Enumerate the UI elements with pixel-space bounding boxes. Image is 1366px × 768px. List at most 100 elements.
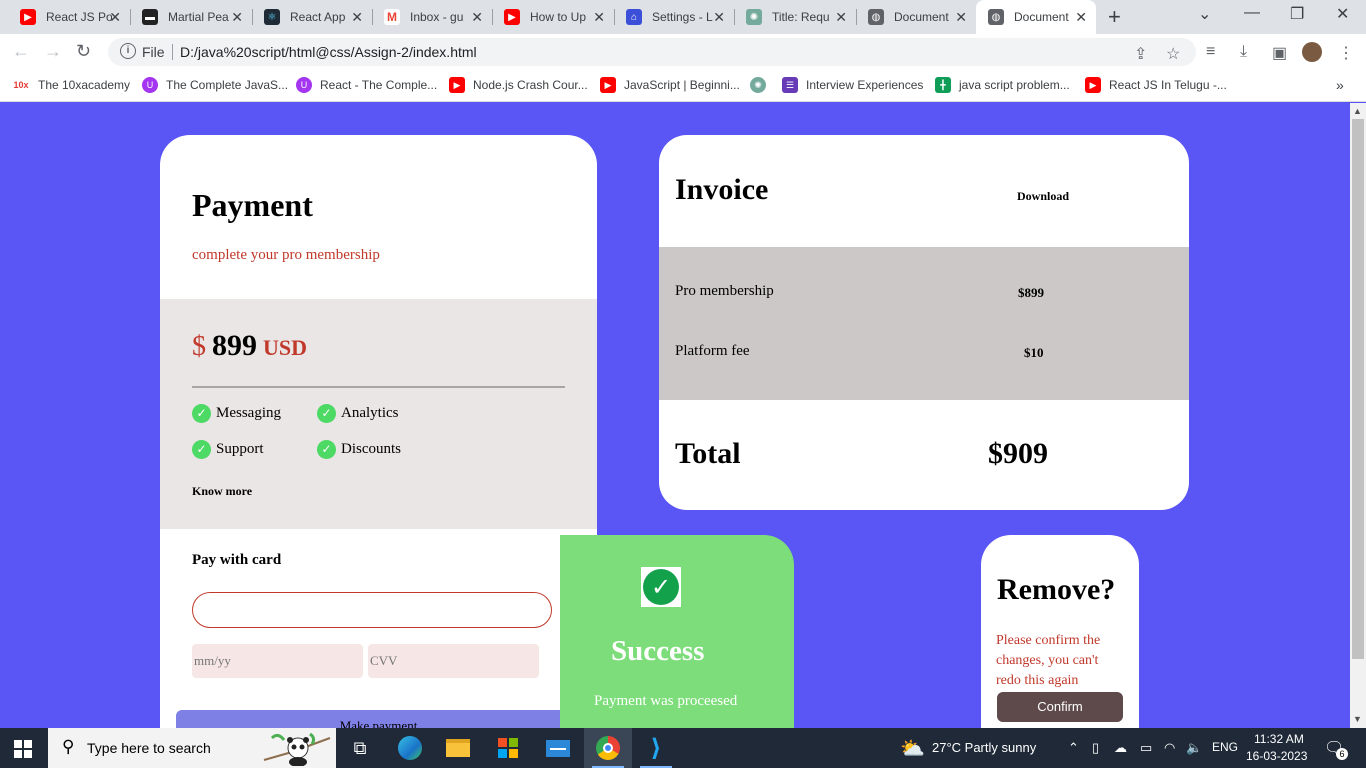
close-window-icon[interactable]: ✕ xyxy=(1336,4,1349,24)
meet-now-icon[interactable]: ▯ xyxy=(1092,740,1099,756)
globe-icon: ◍ xyxy=(988,9,1004,25)
wifi-icon[interactable]: ◠ xyxy=(1164,740,1175,756)
close-icon[interactable]: ✕ xyxy=(1075,9,1087,26)
vscode-icon[interactable]: ⟩ xyxy=(632,728,680,768)
tab-martial[interactable]: ▬ Martial Pea ✕ xyxy=(130,0,252,34)
close-icon[interactable]: ✕ xyxy=(955,9,967,26)
volume-icon[interactable]: 🔈 xyxy=(1186,740,1202,756)
show-hidden-icons-icon[interactable]: ⌃ xyxy=(1068,740,1079,756)
mail-icon[interactable] xyxy=(534,728,582,768)
tab-title-request[interactable]: ✺ Title: Requ ✕ xyxy=(734,0,856,34)
know-more-link[interactable]: Know more xyxy=(192,484,252,499)
chrome-icon[interactable] xyxy=(584,728,632,768)
close-icon[interactable]: ✕ xyxy=(835,9,847,26)
url-text[interactable]: D:/java%20script/html@css/Assign-2/index… xyxy=(180,44,477,60)
forward-icon[interactable]: → xyxy=(44,41,62,62)
confirm-button[interactable]: Confirm xyxy=(997,692,1123,722)
store-icon[interactable] xyxy=(484,728,532,768)
task-view-icon[interactable]: ⧉ xyxy=(336,728,384,768)
minimize-icon[interactable]: — xyxy=(1244,4,1260,22)
language-indicator[interactable]: ENG xyxy=(1212,740,1238,754)
currency-code: USD xyxy=(263,335,308,360)
scroll-up-icon[interactable]: ▲ xyxy=(1353,106,1362,116)
reload-icon[interactable]: ↻ xyxy=(76,41,91,62)
youtube-icon: ▶ xyxy=(449,77,465,93)
sheets-icon: ╋ xyxy=(935,77,951,93)
scrollbar-thumb[interactable] xyxy=(1352,119,1364,659)
close-icon[interactable]: ✕ xyxy=(593,9,605,26)
media-icon[interactable]: ≡ xyxy=(1206,43,1215,61)
taskbar-search[interactable]: ⚲ Type here to search xyxy=(48,728,336,768)
invoice-item-value: $10 xyxy=(1024,345,1044,360)
weather-text[interactable]: 27°C Partly sunny xyxy=(932,740,1036,755)
tab-inbox[interactable]: M Inbox - gu ✕ xyxy=(372,0,492,34)
divider xyxy=(192,386,565,388)
tab-title: Document xyxy=(894,10,949,24)
side-panel-icon[interactable]: ▣ xyxy=(1272,43,1287,63)
tab-settings[interactable]: ⌂ Settings - L ✕ xyxy=(614,0,734,34)
download-link[interactable]: Download xyxy=(1017,189,1069,204)
bookmark-node-crash[interactable]: ▶ Node.js Crash Cour... xyxy=(449,77,588,93)
success-title: Success xyxy=(611,635,705,667)
more-bookmarks-icon[interactable]: » xyxy=(1336,77,1344,93)
windows-start-icon[interactable] xyxy=(14,740,32,758)
share-icon[interactable]: ⇪ xyxy=(1134,44,1147,64)
back-icon[interactable]: ← xyxy=(12,41,30,62)
tab-react-js[interactable]: ▶ React JS Po ✕ xyxy=(8,0,130,34)
bookmark-interview[interactable]: ☰ Interview Experiences xyxy=(782,77,923,93)
edge-icon[interactable] xyxy=(386,728,434,768)
menu-icon[interactable]: ⋮ xyxy=(1338,43,1354,63)
close-icon[interactable]: ✕ xyxy=(351,9,363,26)
cloud-icon[interactable]: ☁ xyxy=(1114,740,1127,756)
bookmark-star-icon[interactable]: ☆ xyxy=(1166,44,1180,64)
tab-title: Martial Pea xyxy=(168,10,229,24)
cvv-input[interactable] xyxy=(368,644,539,678)
expiry-input[interactable] xyxy=(192,644,363,678)
url-field[interactable]: i File D:/java%20script/html@css/Assign-… xyxy=(108,38,1196,66)
tab-document-active[interactable]: ◍ Document ✕ xyxy=(976,0,1096,34)
clock-time[interactable]: 11:32 AM xyxy=(1254,732,1304,746)
bookmark-java-problems[interactable]: ╋ java script problem... xyxy=(935,77,1070,93)
tab-title: How to Up xyxy=(530,10,587,24)
bookmark-javascript-beginner[interactable]: ▶ JavaScript | Beginni... xyxy=(600,77,740,93)
close-icon[interactable]: ✕ xyxy=(471,9,483,26)
bookmark-react-telugu[interactable]: ▶ React JS In Telugu -... xyxy=(1085,77,1227,93)
avatar[interactable] xyxy=(1302,42,1322,62)
make-payment-button[interactable]: Make payment xyxy=(176,710,581,728)
payment-card: Payment complete your pro membership $ 8… xyxy=(160,135,597,728)
remove-message: Please confirm the changes, you can't re… xyxy=(996,633,1101,688)
taskbar: ⚲ Type here to search ⧉ ⟩ ⛅ 27°C Partly … xyxy=(0,728,1366,768)
close-icon[interactable]: ✕ xyxy=(109,9,121,26)
tab-react-app[interactable]: ⚛ React App ✕ xyxy=(252,0,372,34)
list-icon: ☰ xyxy=(782,77,798,93)
bookmark-react-complete[interactable]: U React - The Comple... xyxy=(296,77,437,93)
bookmark-chatgpt[interactable]: ✺ xyxy=(750,77,774,93)
tab-search-icon[interactable]: ⌄ xyxy=(1198,4,1211,24)
close-icon[interactable]: ✕ xyxy=(231,9,243,26)
bookmark-10xacademy[interactable]: 10x The 10xacademy xyxy=(12,77,130,93)
file-explorer-icon[interactable] xyxy=(434,728,482,768)
feature-label: Support xyxy=(216,441,264,457)
tab-how-to[interactable]: ▶ How to Up ✕ xyxy=(492,0,614,34)
react-icon: ⚛ xyxy=(264,9,280,25)
weather-icon[interactable]: ⛅ xyxy=(900,736,925,761)
feature-label: Messaging xyxy=(216,405,281,421)
maximize-icon[interactable]: ❐ xyxy=(1290,4,1304,24)
feature-label: Discounts xyxy=(341,441,401,457)
feature-item: ✓ Analytics xyxy=(317,404,399,423)
gmail-icon: M xyxy=(384,9,400,25)
new-tab-icon[interactable]: + xyxy=(1108,4,1121,30)
tab-title: React App xyxy=(290,10,346,24)
close-icon[interactable]: ✕ xyxy=(713,9,725,26)
clock-date[interactable]: 16-03-2023 xyxy=(1246,749,1307,763)
bookmark-complete-js[interactable]: U The Complete JavaS... xyxy=(142,77,288,93)
download-icon[interactable]: ⤓ xyxy=(1240,43,1247,61)
page-scrollbar[interactable]: ▲ ▼ xyxy=(1350,103,1366,728)
info-icon[interactable]: i xyxy=(120,43,136,59)
card-number-input[interactable] xyxy=(192,592,552,628)
success-message: Payment was proceesed xyxy=(594,693,738,709)
scroll-down-icon[interactable]: ▼ xyxy=(1353,714,1362,724)
total-value: $909 xyxy=(988,437,1048,470)
tab-document[interactable]: ◍ Document ✕ xyxy=(856,0,976,34)
battery-icon[interactable]: ▭ xyxy=(1140,740,1152,756)
